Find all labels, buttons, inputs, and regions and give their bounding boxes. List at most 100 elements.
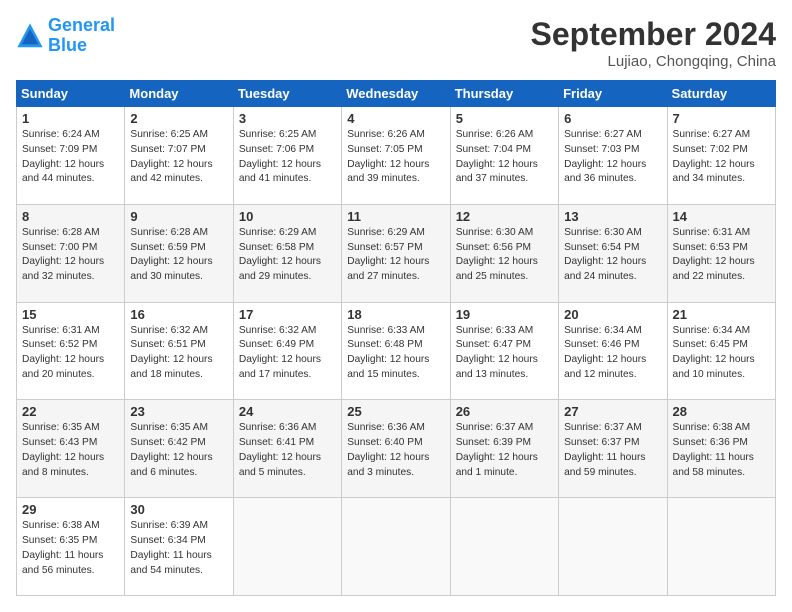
day-number: 23 bbox=[130, 404, 227, 419]
calendar-cell: 7 Sunrise: 6:27 AM Sunset: 7:02 PM Dayli… bbox=[667, 107, 775, 205]
day-info: Sunrise: 6:31 AM Sunset: 6:52 PM Dayligh… bbox=[22, 324, 119, 383]
day-info: Sunrise: 6:29 AM Sunset: 6:57 PM Dayligh… bbox=[347, 226, 444, 285]
day-number: 13 bbox=[564, 209, 661, 224]
day-number: 3 bbox=[239, 111, 336, 126]
header-monday: Monday bbox=[125, 81, 233, 107]
calendar-cell: 8 Sunrise: 6:28 AM Sunset: 7:00 PM Dayli… bbox=[17, 204, 125, 302]
day-number: 30 bbox=[130, 502, 227, 517]
day-number: 14 bbox=[673, 209, 770, 224]
calendar-cell: 16 Sunrise: 6:32 AM Sunset: 6:51 PM Dayl… bbox=[125, 302, 233, 400]
header-wednesday: Wednesday bbox=[342, 81, 450, 107]
day-number: 1 bbox=[22, 111, 119, 126]
day-info: Sunrise: 6:37 AM Sunset: 6:39 PM Dayligh… bbox=[456, 421, 553, 480]
calendar-cell: 27 Sunrise: 6:37 AM Sunset: 6:37 PM Dayl… bbox=[559, 400, 667, 498]
calendar-cell bbox=[342, 498, 450, 596]
day-info: Sunrise: 6:39 AM Sunset: 6:34 PM Dayligh… bbox=[130, 519, 227, 578]
calendar-cell: 9 Sunrise: 6:28 AM Sunset: 6:59 PM Dayli… bbox=[125, 204, 233, 302]
calendar-cell bbox=[559, 498, 667, 596]
day-info: Sunrise: 6:36 AM Sunset: 6:41 PM Dayligh… bbox=[239, 421, 336, 480]
day-info: Sunrise: 6:28 AM Sunset: 7:00 PM Dayligh… bbox=[22, 226, 119, 285]
calendar-cell: 2 Sunrise: 6:25 AM Sunset: 7:07 PM Dayli… bbox=[125, 107, 233, 205]
day-number: 28 bbox=[673, 404, 770, 419]
calendar-cell: 22 Sunrise: 6:35 AM Sunset: 6:43 PM Dayl… bbox=[17, 400, 125, 498]
header-sunday: Sunday bbox=[17, 81, 125, 107]
day-number: 2 bbox=[130, 111, 227, 126]
day-info: Sunrise: 6:26 AM Sunset: 7:04 PM Dayligh… bbox=[456, 128, 553, 187]
day-info: Sunrise: 6:35 AM Sunset: 6:43 PM Dayligh… bbox=[22, 421, 119, 480]
day-number: 24 bbox=[239, 404, 336, 419]
title-block: September 2024 Lujiao, Chongqing, China bbox=[531, 16, 776, 70]
day-info: Sunrise: 6:27 AM Sunset: 7:02 PM Dayligh… bbox=[673, 128, 770, 187]
logo: General Blue bbox=[16, 16, 115, 56]
header: General Blue September 2024 Lujiao, Chon… bbox=[16, 16, 776, 70]
day-info: Sunrise: 6:25 AM Sunset: 7:06 PM Dayligh… bbox=[239, 128, 336, 187]
day-info: Sunrise: 6:26 AM Sunset: 7:05 PM Dayligh… bbox=[347, 128, 444, 187]
calendar-cell: 1 Sunrise: 6:24 AM Sunset: 7:09 PM Dayli… bbox=[17, 107, 125, 205]
calendar-cell: 26 Sunrise: 6:37 AM Sunset: 6:39 PM Dayl… bbox=[450, 400, 558, 498]
day-number: 9 bbox=[130, 209, 227, 224]
day-info: Sunrise: 6:25 AM Sunset: 7:07 PM Dayligh… bbox=[130, 128, 227, 187]
day-info: Sunrise: 6:38 AM Sunset: 6:36 PM Dayligh… bbox=[673, 421, 770, 480]
day-info: Sunrise: 6:30 AM Sunset: 6:56 PM Dayligh… bbox=[456, 226, 553, 285]
day-number: 26 bbox=[456, 404, 553, 419]
calendar-cell: 28 Sunrise: 6:38 AM Sunset: 6:36 PM Dayl… bbox=[667, 400, 775, 498]
calendar-cell: 3 Sunrise: 6:25 AM Sunset: 7:06 PM Dayli… bbox=[233, 107, 341, 205]
calendar-cell: 12 Sunrise: 6:30 AM Sunset: 6:56 PM Dayl… bbox=[450, 204, 558, 302]
calendar-cell bbox=[233, 498, 341, 596]
day-info: Sunrise: 6:27 AM Sunset: 7:03 PM Dayligh… bbox=[564, 128, 661, 187]
day-info: Sunrise: 6:33 AM Sunset: 6:47 PM Dayligh… bbox=[456, 324, 553, 383]
calendar-cell: 13 Sunrise: 6:30 AM Sunset: 6:54 PM Dayl… bbox=[559, 204, 667, 302]
calendar-cell: 17 Sunrise: 6:32 AM Sunset: 6:49 PM Dayl… bbox=[233, 302, 341, 400]
day-info: Sunrise: 6:30 AM Sunset: 6:54 PM Dayligh… bbox=[564, 226, 661, 285]
day-info: Sunrise: 6:37 AM Sunset: 6:37 PM Dayligh… bbox=[564, 421, 661, 480]
day-number: 17 bbox=[239, 307, 336, 322]
calendar-header-row: Sunday Monday Tuesday Wednesday Thursday… bbox=[17, 81, 776, 107]
calendar-week-2: 15 Sunrise: 6:31 AM Sunset: 6:52 PM Dayl… bbox=[17, 302, 776, 400]
day-number: 11 bbox=[347, 209, 444, 224]
calendar-cell: 30 Sunrise: 6:39 AM Sunset: 6:34 PM Dayl… bbox=[125, 498, 233, 596]
day-info: Sunrise: 6:38 AM Sunset: 6:35 PM Dayligh… bbox=[22, 519, 119, 578]
calendar-cell: 18 Sunrise: 6:33 AM Sunset: 6:48 PM Dayl… bbox=[342, 302, 450, 400]
day-number: 8 bbox=[22, 209, 119, 224]
day-number: 21 bbox=[673, 307, 770, 322]
location: Lujiao, Chongqing, China bbox=[531, 53, 776, 70]
day-number: 19 bbox=[456, 307, 553, 322]
day-number: 12 bbox=[456, 209, 553, 224]
calendar-cell: 25 Sunrise: 6:36 AM Sunset: 6:40 PM Dayl… bbox=[342, 400, 450, 498]
logo-text: General Blue bbox=[48, 16, 115, 56]
calendar-table: Sunday Monday Tuesday Wednesday Thursday… bbox=[16, 80, 776, 596]
day-info: Sunrise: 6:28 AM Sunset: 6:59 PM Dayligh… bbox=[130, 226, 227, 285]
day-info: Sunrise: 6:29 AM Sunset: 6:58 PM Dayligh… bbox=[239, 226, 336, 285]
calendar-cell: 21 Sunrise: 6:34 AM Sunset: 6:45 PM Dayl… bbox=[667, 302, 775, 400]
calendar-cell bbox=[450, 498, 558, 596]
header-tuesday: Tuesday bbox=[233, 81, 341, 107]
day-number: 29 bbox=[22, 502, 119, 517]
logo-line2: Blue bbox=[48, 35, 87, 55]
month-title: September 2024 bbox=[531, 16, 776, 53]
day-info: Sunrise: 6:24 AM Sunset: 7:09 PM Dayligh… bbox=[22, 128, 119, 187]
day-number: 7 bbox=[673, 111, 770, 126]
calendar-week-1: 8 Sunrise: 6:28 AM Sunset: 7:00 PM Dayli… bbox=[17, 204, 776, 302]
day-number: 18 bbox=[347, 307, 444, 322]
calendar-cell: 5 Sunrise: 6:26 AM Sunset: 7:04 PM Dayli… bbox=[450, 107, 558, 205]
header-friday: Friday bbox=[559, 81, 667, 107]
day-info: Sunrise: 6:33 AM Sunset: 6:48 PM Dayligh… bbox=[347, 324, 444, 383]
calendar-cell: 24 Sunrise: 6:36 AM Sunset: 6:41 PM Dayl… bbox=[233, 400, 341, 498]
day-info: Sunrise: 6:36 AM Sunset: 6:40 PM Dayligh… bbox=[347, 421, 444, 480]
day-info: Sunrise: 6:31 AM Sunset: 6:53 PM Dayligh… bbox=[673, 226, 770, 285]
day-number: 16 bbox=[130, 307, 227, 322]
logo-icon bbox=[16, 22, 44, 50]
day-number: 4 bbox=[347, 111, 444, 126]
header-thursday: Thursday bbox=[450, 81, 558, 107]
logo-line1: General bbox=[48, 15, 115, 35]
day-info: Sunrise: 6:34 AM Sunset: 6:46 PM Dayligh… bbox=[564, 324, 661, 383]
calendar-cell: 15 Sunrise: 6:31 AM Sunset: 6:52 PM Dayl… bbox=[17, 302, 125, 400]
day-number: 10 bbox=[239, 209, 336, 224]
calendar-cell bbox=[667, 498, 775, 596]
calendar-cell: 23 Sunrise: 6:35 AM Sunset: 6:42 PM Dayl… bbox=[125, 400, 233, 498]
calendar-week-3: 22 Sunrise: 6:35 AM Sunset: 6:43 PM Dayl… bbox=[17, 400, 776, 498]
day-number: 22 bbox=[22, 404, 119, 419]
day-info: Sunrise: 6:34 AM Sunset: 6:45 PM Dayligh… bbox=[673, 324, 770, 383]
header-saturday: Saturday bbox=[667, 81, 775, 107]
calendar-cell: 20 Sunrise: 6:34 AM Sunset: 6:46 PM Dayl… bbox=[559, 302, 667, 400]
